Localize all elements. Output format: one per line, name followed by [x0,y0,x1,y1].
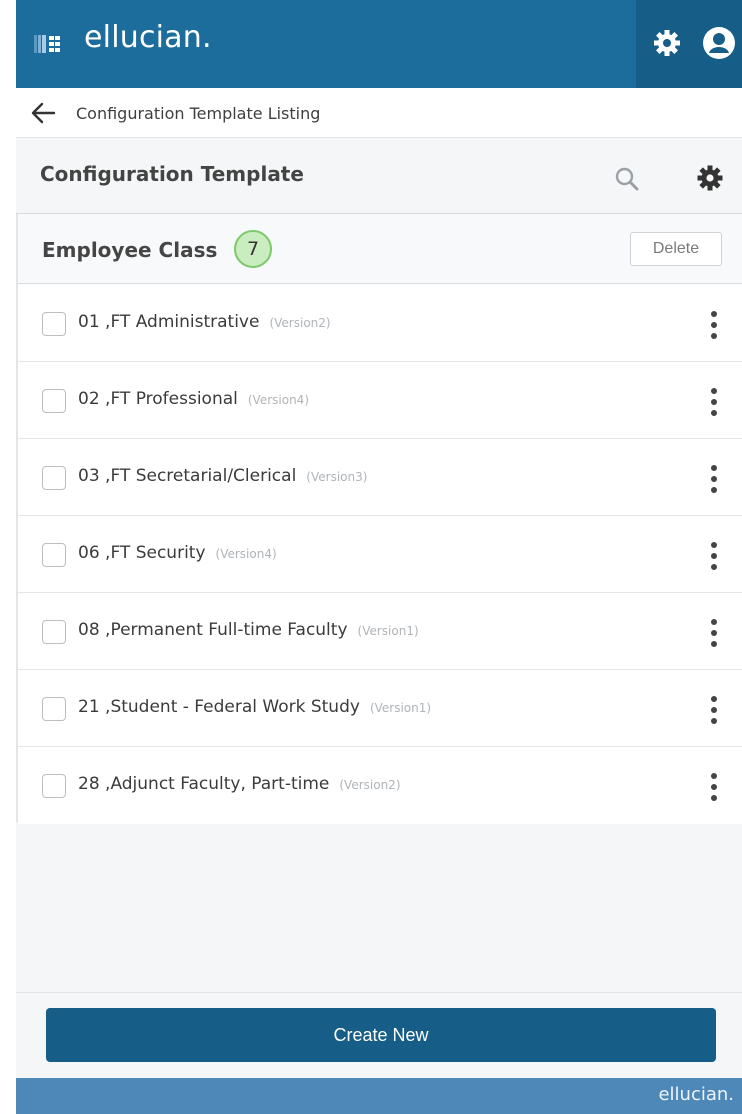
row-version: (Version2) [269,316,331,330]
row-version: (Version1) [357,624,419,638]
list-title: Employee Class [42,238,218,262]
row-checkbox[interactable] [42,697,66,721]
list-item: 08 ,Permanent Full-time Faculty (Version1… [18,593,742,670]
back-arrow-icon[interactable] [30,100,56,126]
row-checkbox[interactable] [42,774,66,798]
delete-button[interactable]: Delete [630,232,722,266]
list-item: 21 ,Student - Federal Work Study (Version… [18,670,742,747]
row-label: 28 ,Adjunct Faculty, Part-time [78,774,330,794]
more-options-icon[interactable] [710,463,718,495]
breadcrumb-link[interactable]: Configuration Template Listing [76,104,320,123]
more-options-icon[interactable] [710,694,718,726]
row-version: (Version2) [339,778,401,792]
app-frame: ellucian. Configuration Template Listing… [16,0,742,1114]
row-label: 06 ,FT Security [78,543,206,563]
more-options-icon[interactable] [710,309,718,341]
row-version: (Version4) [247,393,309,407]
settings-gear-icon[interactable] [696,164,724,192]
footer-brand-logo: ellucian. [658,1084,734,1105]
row-label: 02 ,FT Professional [78,389,238,409]
page-title: Configuration Template [40,162,304,186]
list-item: 06 ,FT Security (Version4) [18,516,742,593]
brand-logo: ellucian. [84,20,212,55]
row-checkbox[interactable] [42,620,66,644]
row-checkbox[interactable] [42,466,66,490]
row-version: (Version4) [215,547,277,561]
more-options-icon[interactable] [710,386,718,418]
row-label: 08 ,Permanent Full-time Faculty [78,620,348,640]
list-item: 01 ,FT Administrative (Version2) [18,285,742,362]
user-icon[interactable] [702,26,736,60]
more-options-icon[interactable] [710,540,718,572]
section-header: Configuration Template [16,138,742,214]
bottom-bar: ellucian. [16,1078,742,1114]
app-grid-icon[interactable] [34,35,60,53]
gear-icon[interactable] [652,28,682,58]
breadcrumb: Configuration Template Listing [16,88,742,138]
row-version: (Version1) [369,701,432,715]
row-checkbox[interactable] [42,389,66,413]
row-checkbox[interactable] [42,543,66,567]
more-options-icon[interactable] [710,617,718,649]
search-icon[interactable] [614,166,640,192]
count-badge: 7 [234,230,272,268]
row-label: 01 ,FT Administrative [78,312,260,332]
row-checkbox[interactable] [42,312,66,336]
create-new-button[interactable]: Create New [46,1008,716,1062]
employee-class-list: Employee Class 7 Delete 01 ,FT Administr… [16,214,742,824]
list-item: 28 ,Adjunct Faculty, Part-time (Version2) [18,747,742,824]
list-item: 03 ,FT Secretarial/Clerical (Version3) [18,439,742,516]
list-header: Employee Class 7 Delete [18,214,742,284]
more-options-icon[interactable] [710,771,718,803]
list-item: 02 ,FT Professional (Version4) [18,362,742,439]
row-label: 21 ,Student - Federal Work Study [78,697,360,717]
row-version: (Version3) [306,470,368,484]
top-navigation-bar: ellucian. [16,0,742,88]
row-label: 03 ,FT Secretarial/Clerical [78,466,297,486]
